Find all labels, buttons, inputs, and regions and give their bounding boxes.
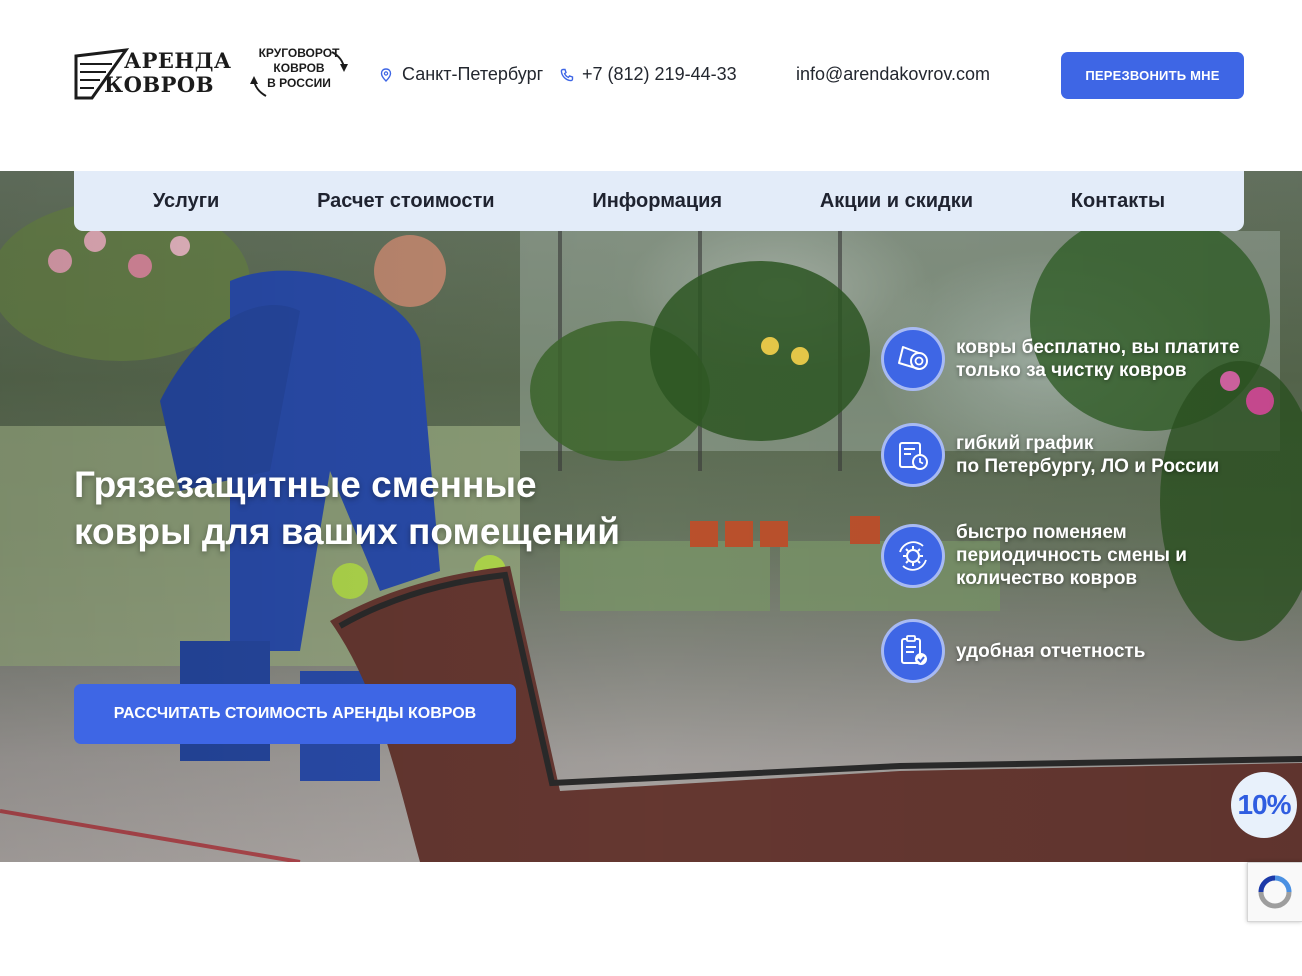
feature-text: удобная отчетность xyxy=(956,640,1145,663)
main-navigation: Услуги Расчет стоимости Информация Акции… xyxy=(74,171,1244,231)
hero-title-line2: ковры для ваших помещений xyxy=(74,511,621,552)
hero-title-line1: Грязезащитные сменные xyxy=(74,464,537,505)
report-clipboard-icon xyxy=(881,619,945,683)
slogan-line3: В РОССИИ xyxy=(267,76,331,90)
phone-icon xyxy=(560,68,574,82)
phone-link[interactable]: +7 (812) 219-44-33 xyxy=(560,64,737,85)
feature-line: по Петербургу, ЛО и России xyxy=(956,456,1220,477)
email-link[interactable]: info@arendakovrov.com xyxy=(796,64,990,85)
recaptcha-badge[interactable] xyxy=(1247,862,1302,922)
nav-item-pricing[interactable]: Расчет стоимости xyxy=(317,190,495,213)
feature-text: гибкий график по Петербургу, ЛО и России xyxy=(956,432,1219,478)
feature-item-reporting: удобная отчетность xyxy=(881,619,1145,683)
city-label: Санкт-Петербург xyxy=(402,64,544,84)
slogan: КРУГОВОРОТ КОВРОВ В РОССИИ xyxy=(248,46,350,102)
logo-text-line1: АРЕНДА xyxy=(124,48,232,73)
nav-item-contacts[interactable]: Контакты xyxy=(1071,190,1165,213)
discount-badge[interactable]: 10% xyxy=(1231,772,1297,838)
feature-line: быстро поменяем xyxy=(956,522,1127,543)
site-header: АРЕНДА КОВРОВ КРУГОВОРОТ КОВРОВ В РОССИИ… xyxy=(0,0,1302,171)
slogan-line2: КОВРОВ xyxy=(273,61,325,75)
feature-text: быстро поменяем периодичность смены и ко… xyxy=(956,521,1187,590)
feature-item-quick-change: быстро поменяем периодичность смены и ко… xyxy=(881,521,1187,590)
feature-line: ковры бесплатно, вы платите xyxy=(956,337,1240,358)
logo-text-line2: КОВРОВ xyxy=(104,72,214,97)
carpet-roll-icon xyxy=(881,327,945,391)
site-logo[interactable]: АРЕНДА КОВРОВ xyxy=(74,44,231,102)
hero-title: Грязезащитные сменные ковры для ваших по… xyxy=(74,461,714,555)
feature-line: количество ковров xyxy=(956,568,1138,589)
feature-item-free-carpets: ковры бесплатно, вы платите только за чи… xyxy=(881,327,1240,391)
feature-item-schedule: гибкий график по Петербургу, ЛО и России xyxy=(881,423,1219,487)
city-selector[interactable]: Санкт-Петербург xyxy=(380,64,543,85)
callback-button[interactable]: ПЕРЕЗВОНИТЬ МНЕ xyxy=(1061,52,1244,99)
recaptcha-icon xyxy=(1258,875,1292,909)
refresh-gear-icon xyxy=(881,523,945,588)
email-address: info@arendakovrov.com xyxy=(796,64,991,84)
phone-number: +7 (812) 219-44-33 xyxy=(582,64,737,84)
nav-item-services[interactable]: Услуги xyxy=(153,190,220,213)
feature-line: гибкий график xyxy=(956,433,1094,454)
schedule-icon xyxy=(881,423,945,487)
location-pin-icon xyxy=(380,67,394,82)
slogan-line1: КРУГОВОРОТ xyxy=(258,46,340,60)
feature-line: периодичность смены и xyxy=(956,545,1187,566)
feature-line: только за чистку ковров xyxy=(956,360,1187,381)
calculate-cost-button[interactable]: РАССЧИТАТЬ СТОИМОСТЬ АРЕНДЫ КОВРОВ xyxy=(74,684,516,744)
feature-text: ковры бесплатно, вы платите только за чи… xyxy=(956,336,1240,382)
feature-line: удобная отчетность xyxy=(956,640,1146,662)
nav-item-information[interactable]: Информация xyxy=(592,190,722,213)
nav-item-promotions[interactable]: Акции и скидки xyxy=(820,190,973,213)
